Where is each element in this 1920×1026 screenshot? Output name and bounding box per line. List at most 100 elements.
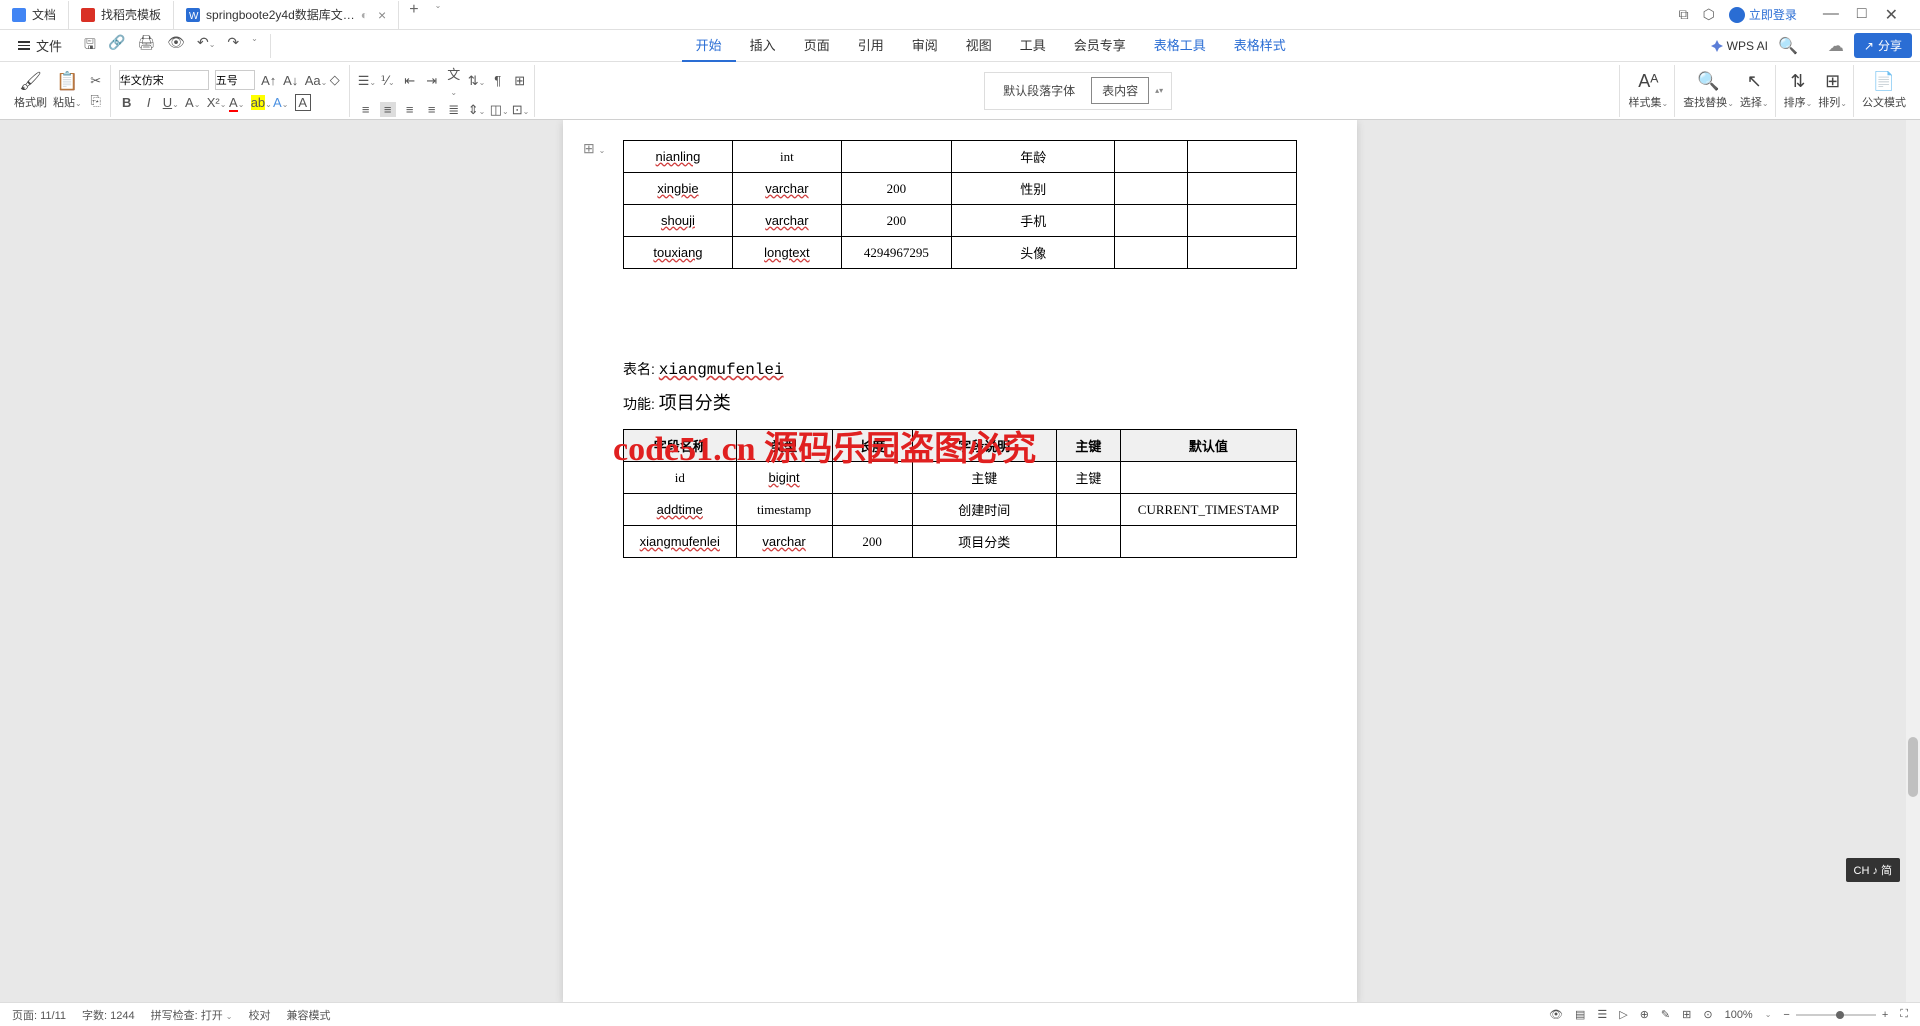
sort-icon[interactable]: ⇅⌄ [468, 73, 484, 89]
close-window-icon[interactable]: ✕ [1885, 5, 1898, 25]
arrange-button[interactable]: ⊞ 排列⌄ [1818, 71, 1847, 110]
quick-dropdown-icon[interactable]: ⌄ [251, 34, 258, 58]
tab-dropdown-icon[interactable]: ⌄ [429, 1, 448, 29]
tab-page[interactable]: 页面 [790, 29, 844, 62]
italic-icon[interactable]: I [141, 95, 157, 110]
increase-indent-icon[interactable]: ⇥ [424, 73, 440, 89]
tab-member[interactable]: 会员专享 [1060, 29, 1140, 62]
table-row[interactable]: id bigint 主键 主键 [624, 462, 1297, 494]
scrollbar-thumb[interactable] [1908, 737, 1918, 797]
table-row[interactable]: xingbie varchar 200 性别 [624, 173, 1297, 205]
format-paint-button[interactable]: 🖌 格式刷 [14, 71, 47, 110]
zoom-out-icon[interactable]: − [1783, 1009, 1789, 1021]
paste-button[interactable]: 📋 粘贴⌄ [53, 71, 82, 110]
text-direction-icon[interactable]: 文⌄ [446, 64, 462, 98]
print-icon[interactable]: 🖨 [137, 34, 155, 58]
distribute-icon[interactable]: ≣ [446, 102, 462, 118]
increase-font-icon[interactable]: A↑ [261, 73, 277, 88]
db-table-2[interactable]: 字段名称 类型 长度 字段说明 主键 默认值 id bigint 主键 主键 a… [623, 429, 1297, 558]
style-set-button[interactable]: Aᴬ 样式集⌄ [1628, 71, 1668, 110]
search-icon[interactable]: 🔍 [1778, 36, 1798, 56]
zoom-in-icon[interactable]: + [1882, 1009, 1888, 1021]
spell-check-status[interactable]: 拼写检查: 打开 ⌄ [151, 1007, 233, 1023]
maximize-icon[interactable]: □ [1857, 5, 1867, 25]
table-row[interactable]: shouji varchar 200 手机 [624, 205, 1297, 237]
bullets-icon[interactable]: ☰⌄ [358, 73, 374, 89]
tab-template[interactable]: 找稻壳模板 [69, 1, 174, 29]
view-focus-icon[interactable]: ⊙ [1703, 1008, 1712, 1021]
tab-table-style[interactable]: 表格样式 [1220, 29, 1300, 62]
window-multi-icon[interactable]: ⧉ [1679, 6, 1689, 23]
redo-icon[interactable]: ↷ [227, 34, 239, 58]
compat-mode[interactable]: 兼容模式 [287, 1007, 331, 1023]
view-eye-icon[interactable]: 👁 [1549, 1008, 1563, 1021]
shading-icon[interactable]: ◫⌄ [490, 102, 506, 118]
tab-current[interactable]: W springboote2y4d数据库文… ◐ × [174, 1, 399, 29]
char-border-icon[interactable]: A [295, 94, 311, 111]
pilcrow-icon[interactable]: ¶ [490, 73, 506, 88]
font-name-select[interactable] [119, 70, 209, 90]
tab-reference[interactable]: 引用 [844, 29, 898, 62]
line-spacing-icon[interactable]: ⇕⌄ [468, 102, 484, 118]
zoom-slider[interactable]: − + [1783, 1009, 1888, 1021]
link-icon[interactable]: 🔗 [108, 34, 125, 58]
style-more-icon[interactable]: ▴▾ [1155, 86, 1163, 95]
doc-mode-button[interactable]: 📄 公文模式 [1862, 71, 1906, 110]
style-default[interactable]: 默认段落字体 [993, 78, 1085, 103]
font-size-select[interactable] [215, 70, 255, 90]
align-right-icon[interactable]: ≡ [402, 102, 418, 117]
tab-doc[interactable]: 文档 [0, 1, 69, 29]
borders-icon[interactable]: ⊡⌄ [512, 102, 528, 118]
view-outline-icon[interactable]: ☰ [1597, 1008, 1607, 1021]
table-handle-icon[interactable]: ⊞ ⌄ [583, 140, 605, 157]
border-icon[interactable]: ⊞ [512, 73, 528, 89]
view-split-icon[interactable]: ⊞ [1682, 1008, 1691, 1021]
decrease-indent-icon[interactable]: ⇤ [402, 73, 418, 89]
close-icon[interactable]: × [378, 7, 386, 23]
file-menu[interactable]: 文件 [8, 36, 72, 55]
view-page-icon[interactable]: ▤ [1575, 1008, 1585, 1021]
save-icon[interactable]: 🖫 [84, 34, 96, 58]
align-center-icon[interactable]: ≡ [380, 102, 396, 117]
login-button[interactable]: 立即登录 [1729, 6, 1797, 23]
page[interactable]: ⊞ ⌄ nianling int 年龄 xingbie varchar 200 … [563, 120, 1357, 1002]
strikethrough-icon[interactable]: A⌄ [185, 95, 201, 110]
page-status[interactable]: 页面: 11/11 [12, 1007, 66, 1023]
undo-icon[interactable]: ↶⌄ [197, 34, 215, 58]
bold-icon[interactable]: B [119, 95, 135, 110]
table-row[interactable]: nianling int 年龄 [624, 141, 1297, 173]
tab-review[interactable]: 审阅 [898, 29, 952, 62]
fullscreen-icon[interactable]: ⛶ [1900, 1008, 1908, 1021]
cut-icon[interactable]: ✂ [88, 73, 104, 89]
change-case-icon[interactable]: Aa⌄ [305, 73, 321, 88]
zoom-value[interactable]: 100% [1725, 1009, 1753, 1021]
highlight-icon[interactable]: ab⌄ [251, 95, 267, 110]
zoom-dropdown-icon[interactable]: ⌄ [1765, 1010, 1772, 1019]
tab-menu-icon[interactable]: ◐ [361, 8, 368, 22]
minimize-icon[interactable]: — [1823, 5, 1839, 25]
justify-icon[interactable]: ≡ [424, 102, 440, 117]
preview-icon[interactable]: 👁 [167, 34, 185, 58]
sort-button[interactable]: ⇅ 排序⌄ [1784, 71, 1813, 110]
style-content[interactable]: 表内容 [1091, 77, 1149, 104]
align-left-icon[interactable]: ≡ [358, 102, 374, 117]
vertical-scrollbar[interactable] [1906, 120, 1920, 1002]
find-replace-button[interactable]: 🔍 查找替换⌄ [1683, 71, 1734, 110]
table-row[interactable]: touxiang longtext 4294967295 头像 [624, 237, 1297, 269]
view-read-icon[interactable]: ▷ [1619, 1008, 1627, 1021]
superscript-icon[interactable]: X²⌄ [207, 95, 223, 110]
table-row[interactable]: addtime timestamp 创建时间 CURRENT_TIMESTAMP [624, 494, 1297, 526]
clear-format-icon[interactable]: ◇ [327, 72, 343, 88]
table-row[interactable]: xiangmufenlei varchar 200 项目分类 [624, 526, 1297, 558]
underline-icon[interactable]: U⌄ [163, 95, 179, 110]
tab-home[interactable]: 开始 [682, 29, 736, 62]
font-color-icon[interactable]: A⌄ [229, 95, 245, 110]
word-count[interactable]: 字数: 1244 [82, 1007, 135, 1023]
numbering-icon[interactable]: ⅟⌄ [380, 73, 396, 89]
view-web-icon[interactable]: ⊕ [1640, 1008, 1649, 1021]
text-effect-icon[interactable]: A⌄ [273, 95, 289, 110]
tab-insert[interactable]: 插入 [736, 29, 790, 62]
tab-add-icon[interactable]: + [399, 1, 428, 29]
table-header-row[interactable]: 字段名称 类型 长度 字段说明 主键 默认值 [624, 430, 1297, 462]
tab-table-tools[interactable]: 表格工具 [1140, 29, 1220, 62]
